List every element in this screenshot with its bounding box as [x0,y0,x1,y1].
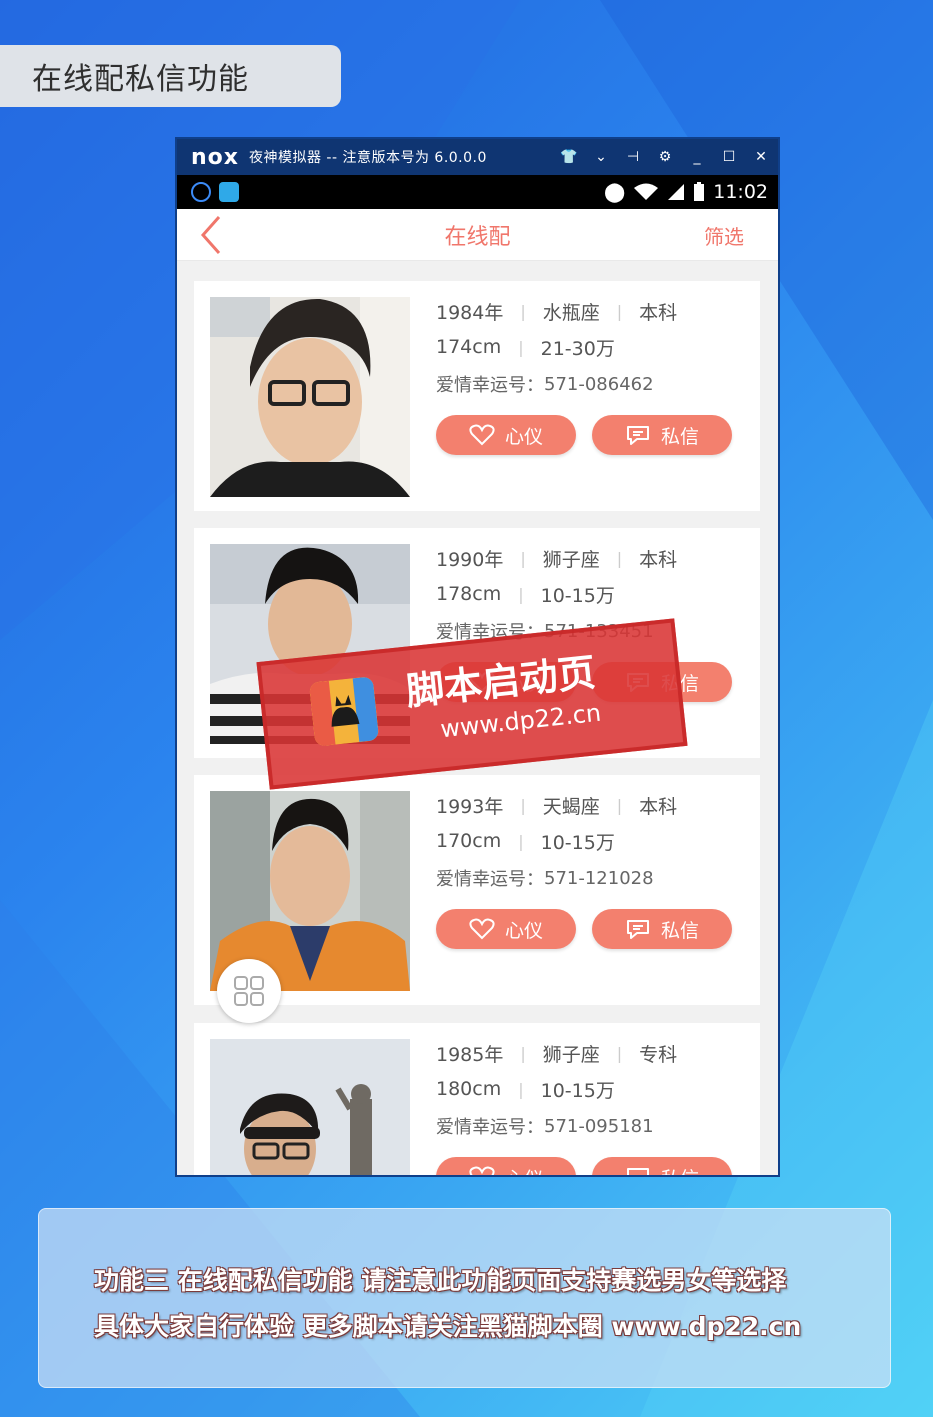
caption-box: 功能三 在线配私信功能 请注意此功能页面支持赛选男女等选择 具体大家自行体验 更… [38,1208,891,1388]
divider: | [520,1043,526,1063]
pin-icon[interactable]: ⊣ [624,149,642,165]
like-label: 心仪 [504,425,543,448]
emulator-titlebar: nox 夜神模拟器 -- 注意版本号为 6.0.0.0 👕 ⌄ ⊣ ⚙ _ ☐ … [177,139,778,175]
like-button[interactable]: 心仪 [436,415,576,455]
lucky-number-label: 爱情幸运号： [436,1117,544,1138]
birth-year: 1985年 [436,1043,504,1066]
page-label: 在线配私信功能 [0,45,341,107]
heart-icon [469,918,495,940]
zodiac-sign: 狮子座 [542,548,600,571]
message-label: 私信 [660,919,699,942]
income: 10-15万 [540,831,615,854]
zodiac-sign: 天蝎座 [542,795,600,818]
profile-photo[interactable] [210,297,410,497]
birth-year: 1984年 [436,301,504,324]
app-header: 在线配 筛选 [177,209,778,261]
divider: | [518,1079,524,1099]
divider: | [518,831,524,851]
height: 174cm [436,336,502,358]
lucky-number: 571-086462 [544,373,654,395]
lucky-number-label: 爱情幸运号： [436,869,544,890]
android-status-bar: ⬤ 11:02 [177,175,778,209]
notification-app-icon [191,182,211,202]
caption-line-1: 功能三 在线配私信功能 请注意此功能页面支持赛选男女等选择 [94,1266,787,1295]
nox-logo: nox [191,144,239,170]
divider: | [616,301,623,321]
zodiac-sign: 水瓶座 [542,301,600,324]
income: 10-15万 [540,584,615,607]
close-icon[interactable]: ✕ [752,149,770,165]
profile-card[interactable]: 1993年 | 天蝎座 | 本科 170cm | 10-15万 爱情幸运号： 571-1210… [194,775,760,1005]
divider: | [518,584,524,604]
lucky-number: 571-121028 [544,867,654,889]
message-button[interactable]: 私信 [592,1157,732,1175]
chat-bubble-icon [626,1168,649,1175]
like-button[interactable]: 心仪 [436,909,576,949]
education: 本科 [639,301,678,324]
wifi-icon [634,183,659,200]
chat-bubble-icon [626,920,649,939]
divider: | [520,795,526,815]
status-time: 11:02 [713,181,768,203]
minimize-icon[interactable]: _ [688,149,706,165]
education: 专科 [639,1043,678,1066]
heart-icon [469,424,495,446]
height: 178cm [436,583,502,605]
chat-bubble-icon [626,426,649,445]
location-icon: ⬤ [603,181,626,203]
income: 21-30万 [540,337,615,360]
education: 本科 [639,795,678,818]
lucky-number: 571-095181 [544,1115,654,1137]
shirt-icon[interactable]: 👕 [560,149,578,165]
birth-year: 1993年 [436,795,504,818]
birth-year: 1990年 [436,548,504,571]
back-arrow-icon[interactable] [197,213,227,257]
message-button[interactable]: 私信 [592,909,732,949]
message-label: 私信 [660,425,699,448]
emulator-title: 夜神模拟器 -- 注意版本号为 6.0.0.0 [248,150,487,166]
income: 10-15万 [540,1079,615,1102]
chevron-down-icon[interactable]: ⌄ [592,149,610,165]
profile-photo[interactable] [210,1039,410,1175]
notification-app-icon-2 [219,182,239,202]
caption-line-2: 具体大家自行体验 更多脚本请关注黑猫脚本圈 www.dp22.cn [94,1312,802,1341]
signal-icon [668,184,685,200]
like-button[interactable]: 心仪 [436,1157,576,1175]
profile-card[interactable]: 1984年 | 水瓶座 | 本科 174cm | 21-30万 爱情幸运号： 571-0864… [194,281,760,511]
maximize-icon[interactable]: ☐ [720,149,738,165]
height: 180cm [436,1078,502,1100]
divider: | [616,548,623,568]
lucky-number-label: 爱情幸运号： [436,375,544,396]
profile-card[interactable]: 1985年 | 狮子座 | 专科 180cm | 10-15万 爱情幸运号： 571-0951… [194,1023,760,1175]
battery-icon [694,182,705,201]
height: 170cm [436,830,502,852]
filter-button[interactable]: 筛选 [704,221,744,250]
divider: | [518,337,524,357]
black-cat-logo [308,676,380,747]
divider: | [616,1043,623,1063]
message-button[interactable]: 私信 [592,415,732,455]
zodiac-sign: 狮子座 [542,1043,600,1066]
grid-icon [234,976,264,1006]
like-label: 心仪 [504,919,543,942]
floating-menu-button[interactable] [217,959,281,1023]
divider: | [616,795,623,815]
education: 本科 [639,548,678,571]
like-label: 心仪 [505,1164,543,1176]
message-label: 私信 [661,1164,699,1176]
divider: | [520,548,526,568]
heart-icon [469,1166,495,1175]
app-title: 在线配 [444,224,511,250]
gear-icon[interactable]: ⚙ [656,149,674,165]
divider: | [520,301,526,321]
